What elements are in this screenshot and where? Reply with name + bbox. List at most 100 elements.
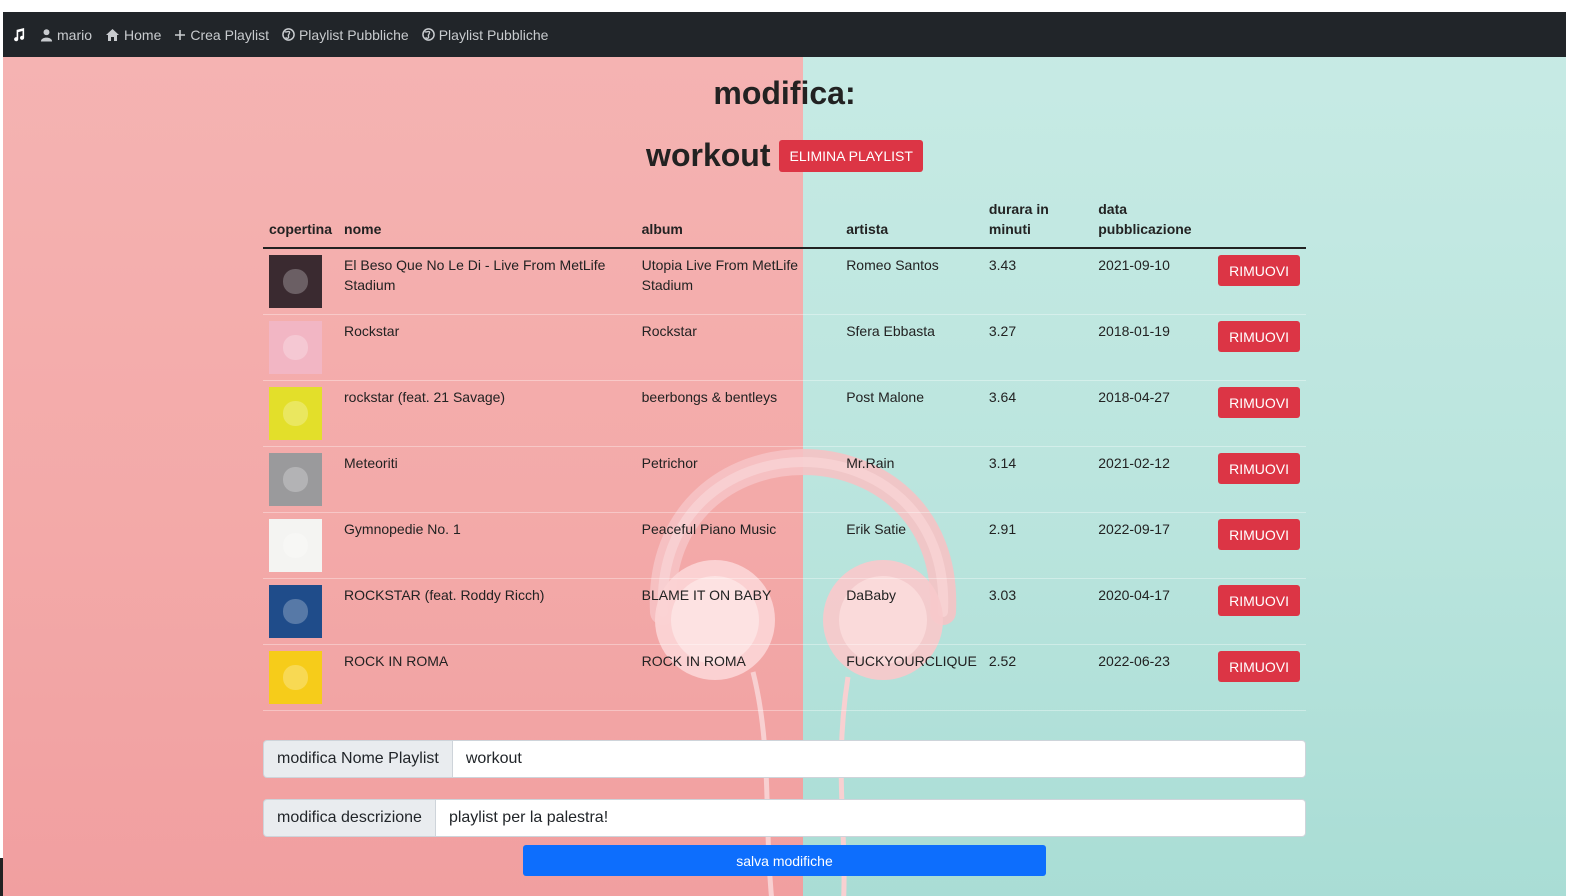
top-navbar: mario Home Crea Playlist Playlist Pubbli… — [3, 12, 1566, 57]
actions-cell: RIMUOVI — [1212, 314, 1306, 381]
actions-cell: RIMUOVI — [1212, 644, 1306, 711]
header-duration: durara in minuti — [982, 195, 1093, 249]
song-name: Gymnopedie No. 1 — [338, 512, 636, 579]
table-row: Rockstar Rockstar Sfera Ebbasta 3.27 2018-01… — [263, 314, 1306, 381]
globe-icon — [421, 28, 435, 41]
cover-cell — [263, 512, 339, 579]
plus-icon — [175, 29, 186, 40]
cover-cell — [263, 644, 339, 711]
nav-public-label-1: Playlist Pubbliche — [298, 26, 409, 43]
cover-cell — [263, 314, 339, 381]
actions-cell: RIMUOVI — [1212, 446, 1306, 513]
table-row: ROCKSTAR (feat. Roddy Ricch) BLAME IT ON … — [263, 578, 1306, 645]
remove-song-button[interactable]: RIMUOVI — [1218, 585, 1300, 616]
song-duration: 3.14 — [982, 446, 1093, 513]
album-cover-image — [269, 321, 322, 374]
song-date: 2022-09-17 — [1092, 512, 1213, 579]
album-cover-image — [269, 651, 322, 704]
playlist-description-input[interactable] — [434, 799, 1306, 837]
table-row: rockstar (feat. 21 Savage) beerbongs & be… — [263, 380, 1306, 447]
header-date: data pubblicazione — [1092, 195, 1213, 249]
song-artist: Romeo Santos — [840, 248, 983, 315]
song-date: 2020-04-17 — [1092, 578, 1213, 645]
delete-playlist-button[interactable]: ELIMINA PLAYLIST — [779, 139, 923, 172]
remove-song-button[interactable]: RIMUOVI — [1218, 453, 1300, 484]
remove-song-button[interactable]: RIMUOVI — [1218, 387, 1300, 418]
actions-cell: RIMUOVI — [1212, 248, 1306, 315]
table-row: Gymnopedie No. 1 Peaceful Piano Music Erik… — [263, 512, 1306, 579]
playlist-name-group: modifica Nome Playlist — [263, 740, 1306, 778]
nav-create-playlist[interactable]: Crea Playlist — [174, 27, 269, 43]
song-album: beerbongs & bentleys — [635, 380, 841, 447]
song-album: ROCK IN ROMA — [635, 644, 841, 711]
album-cover-image — [269, 453, 322, 506]
app-frame: mario Home Crea Playlist Playlist Pubbli… — [3, 12, 1566, 896]
playlist-title-row: workout ELIMINA PLAYLIST — [3, 137, 1566, 174]
song-date: 2018-01-19 — [1092, 314, 1213, 381]
song-name: ROCK IN ROMA — [338, 644, 636, 711]
song-date: 2021-02-12 — [1092, 446, 1213, 513]
actions-cell: RIMUOVI — [1212, 578, 1306, 645]
globe-icon — [282, 28, 295, 41]
song-artist: Erik Satie — [840, 512, 983, 579]
playlist-name-input[interactable] — [451, 740, 1306, 778]
song-duration: 2.91 — [982, 512, 1093, 579]
song-name: ROCKSTAR (feat. Roddy Ricch) — [338, 578, 636, 645]
song-date: 2018-04-27 — [1092, 380, 1213, 447]
playlist-description-group: modifica descrizione — [263, 799, 1306, 837]
page-heading: modifica: — [713, 75, 856, 111]
music-note-icon[interactable] — [11, 27, 30, 42]
cover-cell — [263, 248, 339, 315]
song-name: Meteoriti — [338, 446, 636, 513]
nav-user-label: mario — [57, 26, 93, 43]
song-artist: Sfera Ebbasta — [840, 314, 983, 381]
song-artist: Post Malone — [840, 380, 983, 447]
table-row: El Beso Que No Le Di - Live From MetLife… — [263, 248, 1306, 315]
album-cover-image — [269, 255, 322, 308]
remove-song-button[interactable]: RIMUOVI — [1218, 519, 1300, 550]
header-name: nome — [338, 195, 636, 249]
nav-public-playlists-2[interactable]: Playlist Pubbliche — [421, 26, 549, 43]
song-name: El Beso Que No Le Di - Live From MetLife… — [338, 248, 636, 315]
house-icon — [106, 28, 120, 41]
header-artist: artista — [840, 195, 983, 249]
remove-song-button[interactable]: RIMUOVI — [1218, 651, 1300, 682]
table-header-row: copertina nome album artista durara in m… — [263, 195, 1306, 249]
playlist-name-label: modifica Nome Playlist — [263, 740, 452, 778]
album-cover-image — [269, 387, 322, 440]
header-album: album — [635, 195, 841, 249]
nav-public-label-2: Playlist Pubbliche — [438, 26, 549, 43]
song-artist: DaBaby — [840, 578, 983, 645]
cover-cell — [263, 446, 339, 513]
nav-home[interactable]: Home — [105, 27, 161, 43]
cover-cell — [263, 578, 339, 645]
song-album: Rockstar — [635, 314, 841, 381]
nav-public-playlists-1[interactable]: Playlist Pubbliche — [282, 27, 409, 43]
header-cover: copertina — [263, 195, 339, 249]
actions-cell: RIMUOVI — [1212, 512, 1306, 579]
song-duration: 3.27 — [982, 314, 1093, 381]
remove-song-button[interactable]: RIMUOVI — [1218, 255, 1300, 286]
nav-home-label: Home — [124, 26, 162, 43]
header-actions — [1212, 195, 1306, 249]
nav-create-label: Crea Playlist — [190, 26, 269, 43]
song-date: 2021-09-10 — [1092, 248, 1213, 315]
song-duration: 3.43 — [982, 248, 1093, 315]
window-edge — [0, 858, 3, 896]
album-cover-image — [269, 585, 322, 638]
song-album: BLAME IT ON BABY — [635, 578, 841, 645]
cover-cell — [263, 380, 339, 447]
save-changes-button[interactable]: salva modifiche — [523, 845, 1046, 876]
album-cover-image — [269, 519, 322, 572]
remove-song-button[interactable]: RIMUOVI — [1218, 321, 1300, 352]
songs-table: copertina nome album artista durara in m… — [263, 195, 1306, 711]
table-row: Meteoriti Petrichor Mr.Rain 3.14 2021-02-12 R… — [263, 446, 1306, 513]
playlist-description-label: modifica descrizione — [263, 799, 435, 837]
song-date: 2022-06-23 — [1092, 644, 1213, 711]
song-duration: 3.64 — [982, 380, 1093, 447]
table-row: ROCK IN ROMA ROCK IN ROMA FUCKYOURCLIQUE 2.… — [263, 644, 1306, 711]
person-icon — [40, 28, 53, 41]
song-album: Utopia Live From MetLife Stadium — [635, 248, 841, 315]
song-duration: 3.03 — [982, 578, 1093, 645]
nav-user[interactable]: mario — [40, 27, 92, 43]
